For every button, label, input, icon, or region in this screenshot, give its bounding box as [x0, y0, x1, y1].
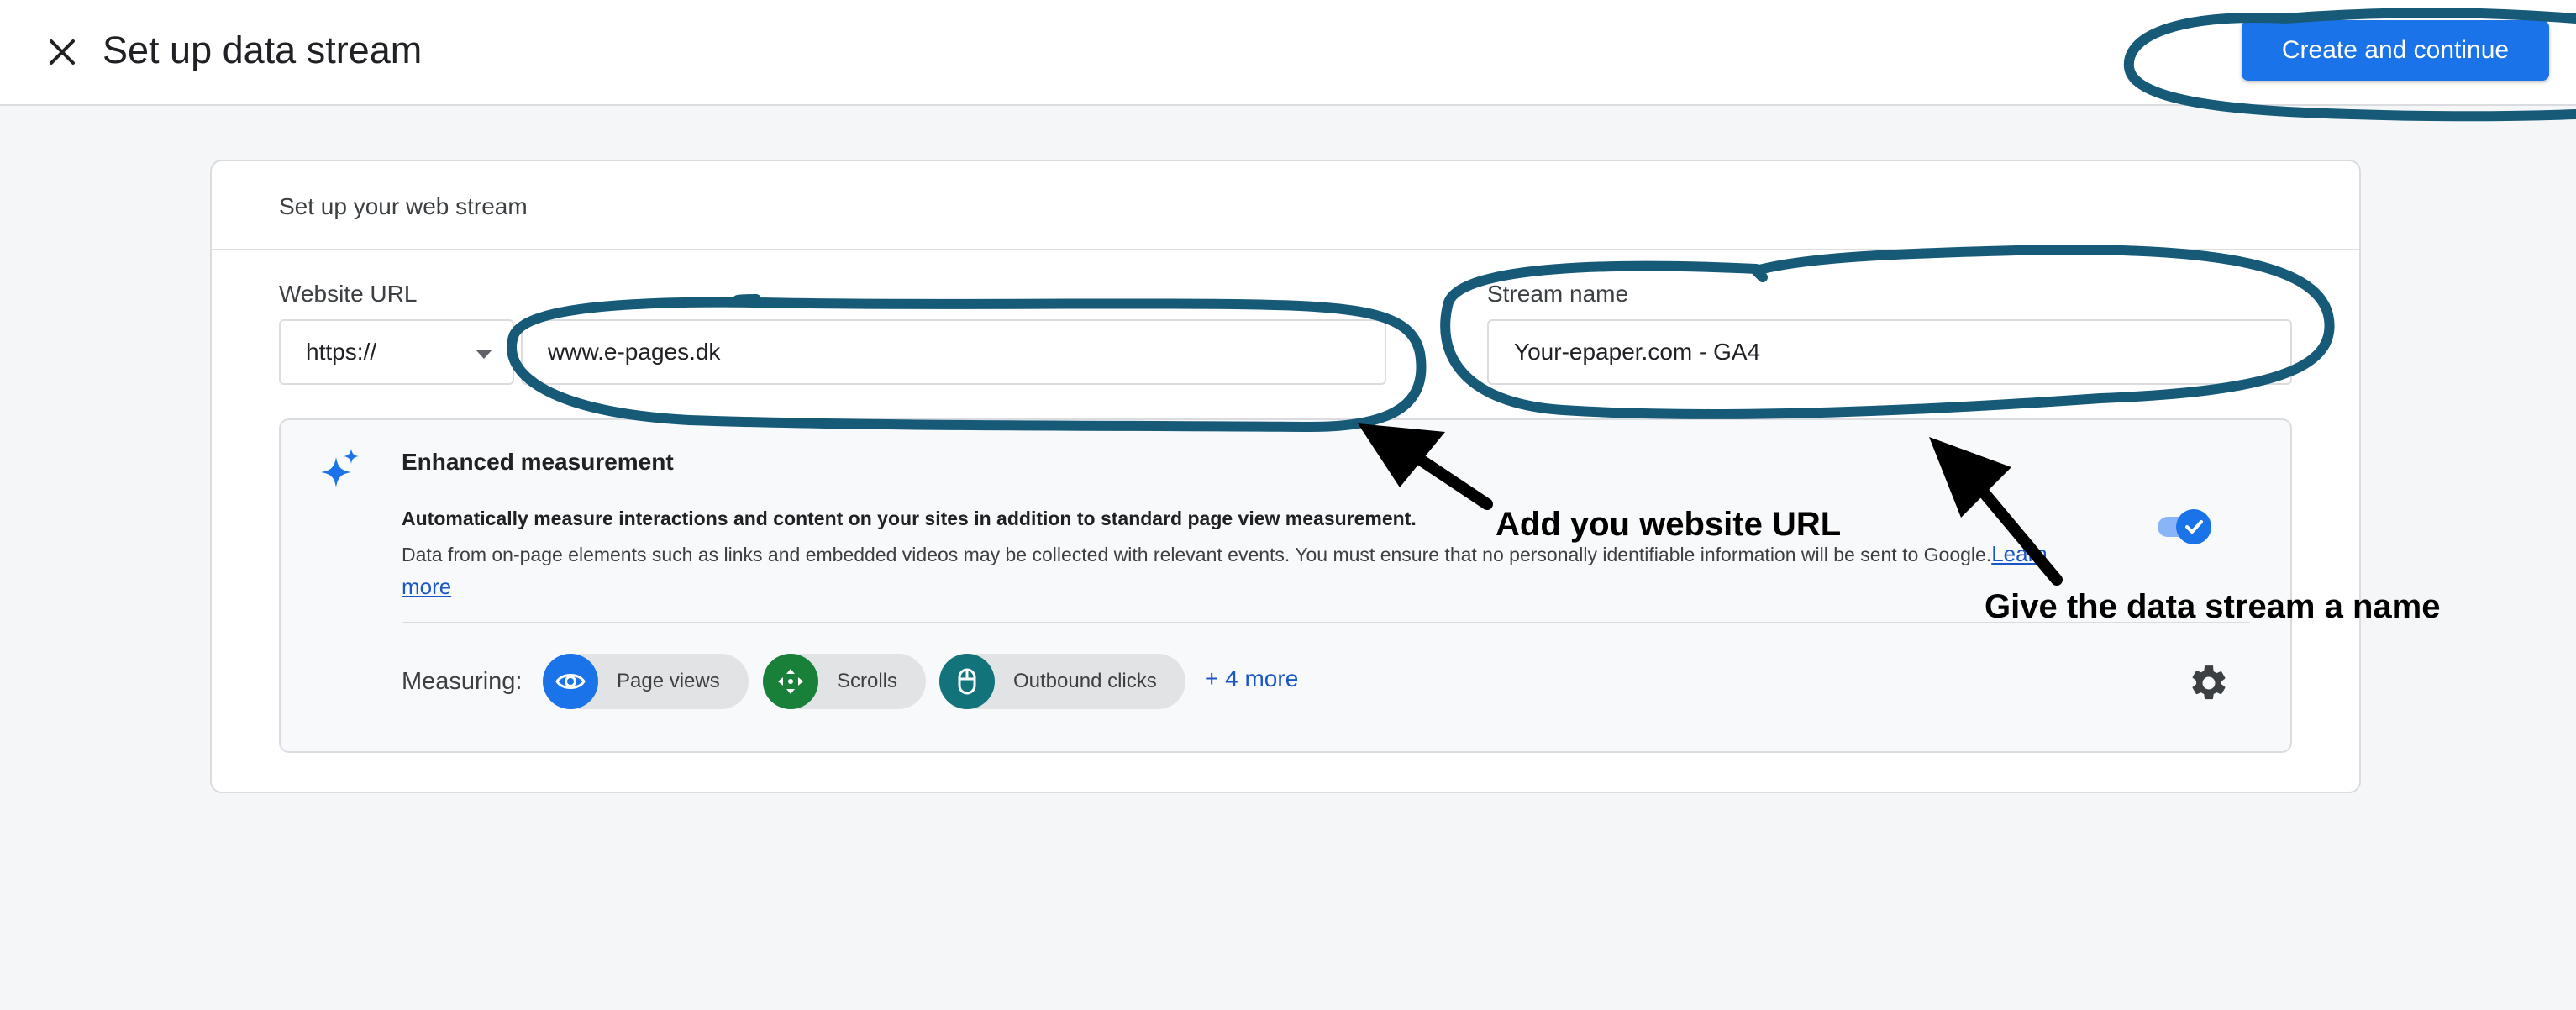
- chip-label: Scrolls: [837, 670, 898, 692]
- top-bar: Set up data stream Create and continue: [0, 0, 2576, 106]
- protocol-value: https://: [306, 339, 377, 365]
- card-title: Set up your web stream: [279, 193, 528, 219]
- enhanced-measurement-subtitle: Automatically measure interactions and c…: [402, 508, 1417, 529]
- website-url-label: Website URL: [279, 281, 418, 307]
- sparkle-icon: [321, 449, 359, 487]
- gear-icon: [2192, 665, 2226, 700]
- settings-button[interactable]: [2188, 662, 2230, 704]
- close-button[interactable]: [42, 32, 82, 72]
- chip-page-views: Page views: [543, 654, 749, 709]
- enhanced-measurement-toggle[interactable]: [2153, 509, 2213, 544]
- website-url-input[interactable]: www.e-pages.dk: [521, 319, 1386, 385]
- chip-scrolls: Scrolls: [763, 654, 927, 709]
- toggle-thumb: [2176, 509, 2211, 544]
- measuring-label: Measuring:: [402, 668, 523, 695]
- mouse-icon: [939, 654, 995, 709]
- enhanced-measurement-title: Enhanced measurement: [402, 449, 674, 475]
- annotation-url-hint: Add you website URL: [1496, 506, 1842, 543]
- dropdown-caret-icon: [476, 350, 492, 359]
- card-divider: [212, 249, 2359, 250]
- more-measurements-link[interactable]: + 4 more: [1205, 665, 1298, 692]
- stream-name-value: Your-epaper.com - GA4: [1514, 339, 1761, 365]
- chip-outbound-clicks: Outbound clicks: [939, 654, 1185, 709]
- panel-divider: [402, 622, 2250, 623]
- chip-label: Page views: [617, 670, 720, 692]
- create-and-continue-button[interactable]: Create and continue: [2242, 20, 2549, 81]
- scroll-arrows-icon: [763, 654, 818, 709]
- description-text: Data from on-page elements such as links…: [402, 544, 1992, 565]
- enhanced-measurement-description: Data from on-page elements such as links…: [402, 538, 2090, 603]
- stream-name-label: Stream name: [1487, 281, 1629, 307]
- protocol-select[interactable]: https://: [279, 319, 514, 385]
- stream-name-input[interactable]: Your-epaper.com - GA4: [1487, 319, 2292, 385]
- close-icon: [50, 39, 75, 65]
- website-url-value: www.e-pages.dk: [548, 339, 721, 365]
- page-title: Set up data stream: [103, 29, 423, 71]
- chip-label: Outbound clicks: [1013, 670, 1157, 692]
- checkmark-icon: [2185, 520, 2203, 534]
- annotation-name-hint: Give the data stream a name: [1985, 588, 2441, 625]
- eye-icon: [543, 654, 598, 709]
